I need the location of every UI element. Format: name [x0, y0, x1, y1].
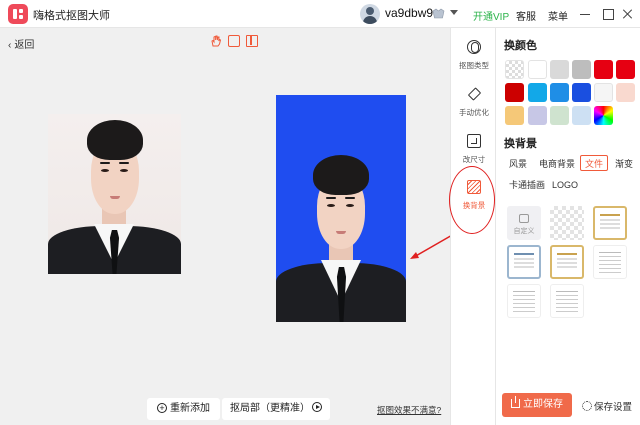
- color-swatch[interactable]: [550, 60, 569, 79]
- gear-icon: [582, 401, 592, 411]
- hand-tool-icon[interactable]: [210, 35, 222, 47]
- color-swatch[interactable]: [594, 83, 613, 102]
- download-icon: [511, 396, 520, 408]
- portrait-figure-result: [276, 95, 406, 322]
- tag-gradient[interactable]: 渐变: [610, 155, 638, 171]
- title-bar: 嗨格式抠图大师 va9dbw9 开通VIP 客服 菜单: [0, 0, 640, 28]
- bottom-bar: + 重新添加 抠局部（更精准） 抠图效果不满意?: [0, 398, 450, 420]
- color-swatch[interactable]: [528, 60, 547, 79]
- color-swatch[interactable]: [528, 106, 547, 125]
- back-label: 返回: [14, 40, 35, 51]
- compare-icon[interactable]: [246, 35, 258, 47]
- close-icon[interactable]: [620, 6, 636, 22]
- tool-cutout-type[interactable]: 抠图类型: [451, 36, 497, 76]
- color-swatch[interactable]: [550, 83, 569, 102]
- app-logo-icon: [8, 4, 28, 24]
- user-avatar[interactable]: [360, 4, 380, 24]
- background-template[interactable]: [550, 206, 584, 240]
- color-swatch[interactable]: [528, 83, 547, 102]
- open-vip-link[interactable]: 开通VIP: [473, 8, 509, 23]
- color-swatch[interactable]: [616, 60, 635, 79]
- color-swatch-gradient[interactable]: [594, 106, 613, 125]
- eraser-icon: [467, 87, 481, 101]
- color-swatch[interactable]: [550, 106, 569, 125]
- color-swatch[interactable]: [572, 60, 591, 79]
- annotation-circle: [449, 166, 495, 234]
- color-swatch[interactable]: [505, 83, 524, 102]
- tag-scenery[interactable]: 风景: [504, 155, 532, 171]
- tool-label: 手动优化: [459, 108, 489, 117]
- background-template[interactable]: [507, 245, 541, 279]
- unhappy-result-link[interactable]: 抠图效果不满意?: [377, 404, 441, 416]
- back-button[interactable]: ‹ 返回: [8, 36, 34, 51]
- color-swatch-transparent[interactable]: [505, 60, 524, 79]
- cutout-type-icon: [467, 40, 481, 54]
- color-swatch[interactable]: [572, 106, 591, 125]
- fit-screen-icon[interactable]: [228, 35, 240, 47]
- partial-cutout-label: 抠局部（更精准）: [230, 403, 310, 414]
- tool-label: 改尺寸: [462, 155, 486, 164]
- vip-badge-icon: [432, 8, 445, 19]
- background-template[interactable]: [550, 284, 584, 318]
- color-section-title: 换颜色: [504, 40, 537, 52]
- right-panel: 换颜色 换背景 风景 电商背景 文件 渐变 卡通插画 LOGO 自定义: [496, 28, 640, 425]
- tool-resize[interactable]: 改尺寸: [451, 130, 497, 170]
- background-template[interactable]: [507, 284, 541, 318]
- tag-cartoon[interactable]: 卡通插画: [504, 176, 550, 192]
- customer-service-link[interactable]: 客服: [516, 8, 536, 23]
- play-icon: [312, 402, 322, 412]
- tag-logo[interactable]: LOGO: [547, 176, 583, 192]
- tag-ecommerce[interactable]: 电商背景: [534, 155, 580, 171]
- background-template[interactable]: [593, 245, 627, 279]
- result-photo: [276, 95, 406, 322]
- partial-cutout-button[interactable]: 抠局部（更精准）: [222, 398, 330, 420]
- maximize-icon[interactable]: [600, 6, 616, 22]
- add-again-button[interactable]: + 重新添加: [147, 398, 220, 420]
- app-title: 嗨格式抠图大师: [33, 10, 110, 22]
- tag-document[interactable]: 文件: [580, 155, 609, 171]
- color-swatch[interactable]: [572, 83, 591, 102]
- menu-button[interactable]: 菜单: [548, 8, 568, 23]
- custom-label: 自定义: [513, 228, 535, 235]
- chevron-left-icon: ‹: [8, 40, 12, 51]
- user-dropdown-icon[interactable]: [450, 10, 458, 15]
- color-swatch[interactable]: [594, 60, 613, 79]
- original-photo: [48, 114, 181, 274]
- background-template[interactable]: [593, 206, 627, 240]
- custom-background-button[interactable]: 自定义: [507, 206, 541, 240]
- resize-icon: [467, 134, 481, 148]
- annotation-arrow-icon: [410, 233, 455, 259]
- background-template[interactable]: [550, 245, 584, 279]
- username[interactable]: va9dbw9: [385, 6, 433, 20]
- save-now-button[interactable]: 立即保存: [502, 393, 572, 417]
- save-now-label: 立即保存: [523, 399, 563, 410]
- color-swatch[interactable]: [616, 83, 635, 102]
- save-settings-label: 保存设置: [594, 402, 633, 413]
- save-settings-button[interactable]: 保存设置: [582, 399, 632, 413]
- minimize-icon[interactable]: [577, 6, 593, 22]
- tool-manual-optimize[interactable]: 手动优化: [451, 83, 497, 123]
- tool-label: 抠图类型: [459, 61, 489, 70]
- plus-icon: +: [157, 403, 167, 413]
- background-section-title: 换背景: [504, 138, 537, 150]
- color-swatch[interactable]: [505, 106, 524, 125]
- image-icon: [519, 214, 529, 223]
- portrait-figure: [48, 114, 181, 274]
- add-again-label: 重新添加: [170, 403, 210, 414]
